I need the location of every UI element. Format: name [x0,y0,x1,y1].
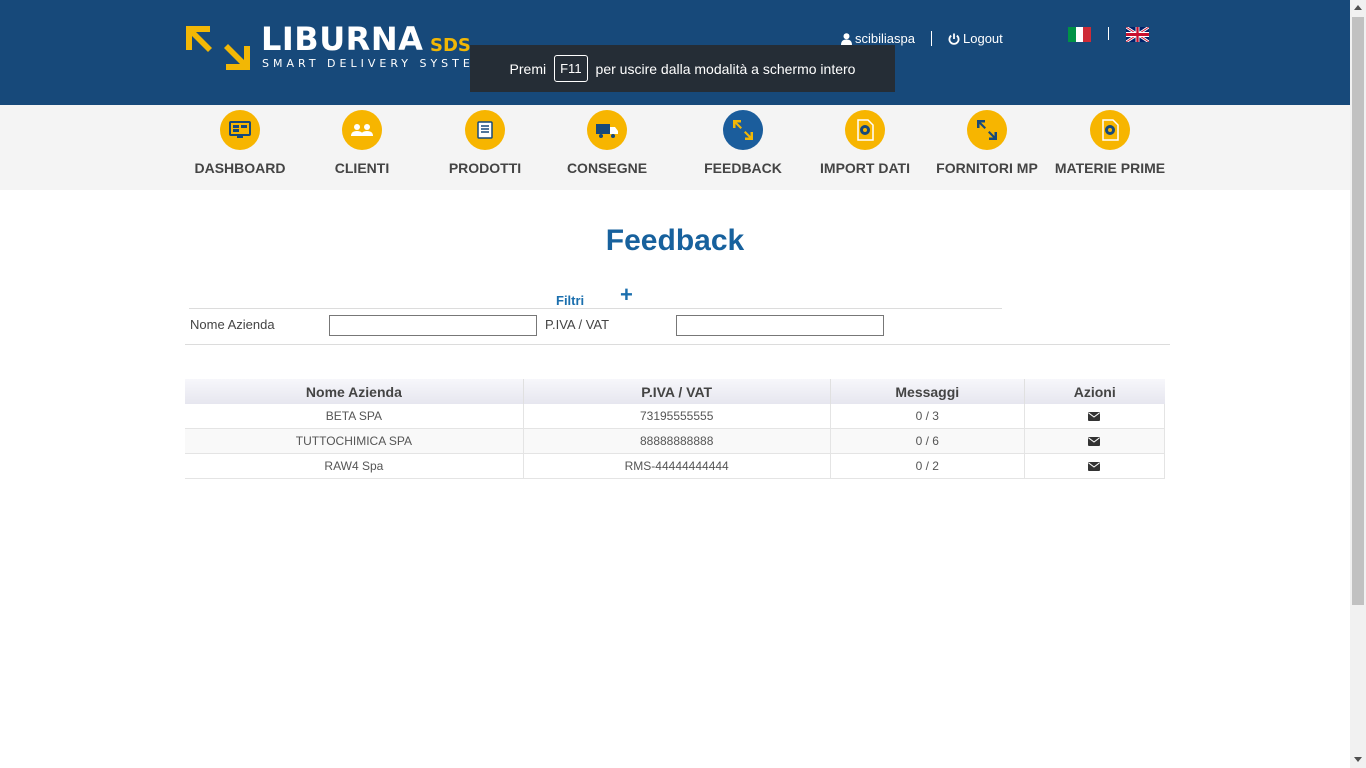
envelope-icon[interactable] [1088,412,1101,422]
table-row: TUTTOCHIMICA SPA 88888888888 0 / 6 [185,428,1166,454]
cell-vat: 73195555555 [523,404,831,429]
cell-vat: RMS-44444444444 [523,453,831,479]
page-scrollbar[interactable] [1350,0,1366,768]
nav-label: DASHBOARD [194,160,286,176]
filters-bottom-divider [185,344,1170,345]
main-nav: DASHBOARD CLIENTI PRODOTTI CONSEGNE FEED… [0,105,1350,190]
fullscreen-notice-before: Premi [509,60,547,77]
monitor-icon [220,110,260,150]
nav-item-dashboard[interactable]: DASHBOARD [175,105,305,190]
logout-link[interactable]: Logout [948,31,1003,46]
nav-label: FEEDBACK [704,160,782,176]
cell-messages: 0 / 3 [830,404,1025,429]
cell-messages: 0 / 2 [830,453,1025,479]
nav-item-fornitori-mp[interactable]: FORNITORI MP [922,105,1052,190]
nav-label: FORNITORI MP [936,160,1038,176]
language-en-flag[interactable] [1126,27,1149,42]
column-header-company[interactable]: Nome Azienda [185,379,524,404]
cell-actions [1024,404,1166,429]
feedback-table: Nome Azienda P.IVA / VAT Messaggi Azioni… [185,379,1166,479]
brand-tagline: SMART DELIVERY SYSTEM [262,57,488,70]
header-divider [931,31,932,46]
nav-label: MATERIE PRIME [1054,160,1166,176]
arrows-icon [967,110,1007,150]
user-icon [841,32,852,45]
table-row: RAW4 Spa RMS-44444444444 0 / 2 [185,453,1166,479]
username: scibiliaspa [855,31,915,46]
nav-item-import-dati[interactable]: IMPORT DATI [800,105,930,190]
cell-vat: 88888888888 [523,428,831,454]
company-name-input[interactable] [329,315,537,336]
envelope-icon[interactable] [1088,462,1101,472]
cell-company: BETA SPA [185,404,524,429]
fullscreen-key: F11 [554,55,588,82]
brand-name: LIBURNA [261,20,424,58]
column-header-vat[interactable]: P.IVA / VAT [523,379,831,404]
logo-arrows-icon [186,26,250,70]
gear-doc-icon [1090,110,1130,150]
box-icon [465,110,505,150]
envelope-icon[interactable] [1088,437,1101,447]
column-header-messages[interactable]: Messaggi [830,379,1025,404]
nav-label: IMPORT DATI [820,160,910,176]
users-icon [342,110,382,150]
table-row: BETA SPA 73195555555 0 / 3 [185,404,1166,429]
nav-item-prodotti[interactable]: PRODOTTI [420,105,550,190]
nav-label: PRODOTTI [448,160,522,176]
vat-label: P.IVA / VAT [545,317,610,332]
filters-label: Filtri [556,293,585,308]
language-it-flag[interactable] [1068,27,1092,42]
cell-company: TUTTOCHIMICA SPA [185,428,524,454]
filters-toggle-button[interactable]: + [620,282,633,308]
cell-actions [1024,428,1166,454]
feedback-arrows-icon [723,110,763,150]
cell-actions [1024,453,1166,479]
language-divider [1108,27,1109,40]
company-name-label: Nome Azienda [190,317,275,332]
page-title: Feedback [605,224,745,257]
user-menu-link[interactable]: scibiliaspa [841,31,915,46]
cell-messages: 0 / 6 [830,428,1025,454]
nav-label: CONSEGNE [566,160,648,176]
brand-suffix: SDS [430,35,471,56]
table-header-row: Nome Azienda P.IVA / VAT Messaggi Azioni [185,379,1165,404]
nav-item-feedback[interactable]: FEEDBACK [678,105,808,190]
truck-icon [587,110,627,150]
nav-item-clienti[interactable]: CLIENTI [297,105,427,190]
nav-item-consegne[interactable]: CONSEGNE [542,105,672,190]
vat-input[interactable] [676,315,884,336]
cell-company: RAW4 Spa [185,453,524,479]
scroll-up-arrow-icon[interactable] [1354,5,1362,10]
brand-logo[interactable]: LIBURNA SDS SMART DELIVERY SYSTEM [184,20,488,74]
nav-label: CLIENTI [334,160,390,176]
power-icon [948,33,960,45]
filters-top-divider [189,308,1002,309]
fullscreen-notice-after: per uscire dalla modalità a schermo inte… [595,60,856,77]
fullscreen-notice: Premi F11 per uscire dalla modalità a sc… [470,45,895,92]
scroll-down-arrow-icon[interactable] [1354,757,1362,762]
nav-item-materie-prime[interactable]: MATERIE PRIME [1045,105,1175,190]
logout-label: Logout [963,31,1003,46]
scroll-thumb[interactable] [1352,17,1364,605]
column-header-actions: Azioni [1024,379,1165,404]
gear-doc-icon [845,110,885,150]
